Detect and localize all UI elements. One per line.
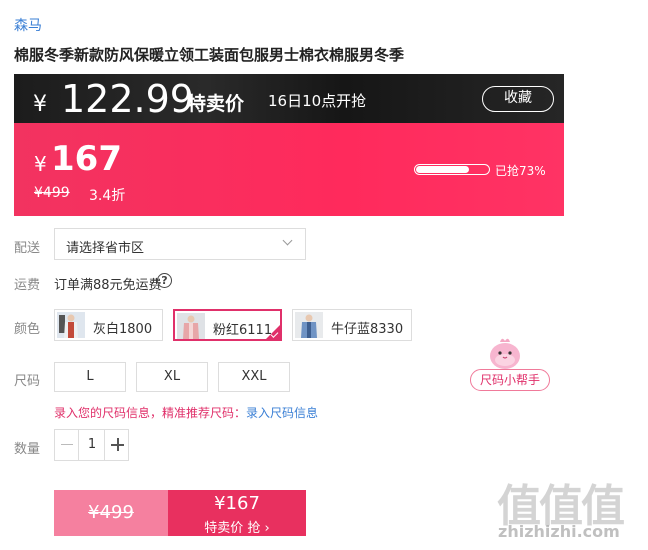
product-title: 棉服冬季新款防风保暖立领工装面包服男士棉衣棉服男冬季 [14, 46, 405, 64]
buy-now-button[interactable]: ¥167 特卖价 抢 › [168, 490, 306, 536]
brand-link[interactable]: 森马 [14, 15, 42, 35]
region-select[interactable]: 请选择省市区 [54, 228, 306, 260]
promo-currency: ¥ [33, 92, 47, 117]
product-thumbnail [177, 313, 205, 339]
sold-progress-fill [416, 166, 469, 173]
buy-price: ¥167 [214, 493, 260, 514]
enter-size-link[interactable]: 录入尺码信息 [246, 406, 318, 420]
color-option-gray-white[interactable]: 灰白1800 [54, 309, 163, 341]
size-helper-button[interactable]: 尺码小帮手 [470, 369, 550, 391]
promo-price: 122.99 [61, 77, 194, 121]
size-label: 尺码 [14, 374, 41, 389]
color-option-pink[interactable]: 粉红6111 [173, 309, 282, 341]
product-thumbnail [295, 312, 323, 338]
size-option-l[interactable]: L [54, 362, 126, 392]
shipping-info: 订单满88元免运费 [54, 278, 162, 293]
original-price-button[interactable]: ¥499 [54, 490, 168, 536]
chevron-down-icon [282, 235, 293, 246]
current-currency: ¥ [34, 152, 47, 176]
size-option-xl[interactable]: XL [136, 362, 208, 392]
quantity-value[interactable]: 1 [80, 430, 104, 460]
original-price: ¥499 [34, 185, 70, 201]
size-option-xxl[interactable]: XXL [218, 362, 290, 392]
help-icon[interactable]: ? [157, 273, 172, 288]
watermark-url: zhizhizhi.com [498, 522, 620, 541]
size-tip: 录入您的尺码信息，精准推荐尺码：录入尺码信息 [54, 404, 318, 421]
promo-start-time: 16日10点开抢 [268, 92, 367, 110]
size-tip-text: 录入您的尺码信息，精准推荐尺码： [54, 406, 247, 420]
plus-icon[interactable] [104, 430, 129, 460]
sold-progress-bar [414, 164, 490, 175]
minus-icon[interactable] [55, 430, 79, 460]
color-option-label: 牛仔蓝8330 [331, 322, 404, 337]
delivery-label: 配送 [14, 241, 41, 256]
buy-action-label: 特卖价 抢 › [204, 521, 270, 536]
favorite-button[interactable]: 收藏 [482, 86, 554, 112]
sold-percent-label: 已抢73% [495, 164, 546, 178]
color-option-denim-blue[interactable]: 牛仔蓝8330 [292, 309, 412, 341]
shipping-label: 运费 [14, 278, 41, 293]
quantity-label: 数量 [14, 442, 41, 457]
promo-tag: 特卖价 [187, 93, 245, 115]
region-select-value: 请选择省市区 [66, 241, 145, 256]
promo-banner-main: ¥ 167 ¥499 3.4折 已抢73% [14, 123, 564, 216]
color-label: 颜色 [14, 322, 41, 337]
quantity-stepper: 1 [54, 429, 129, 461]
product-thumbnail [57, 312, 85, 338]
mascot-icon [490, 338, 520, 369]
color-option-label: 灰白1800 [93, 322, 153, 337]
color-option-label: 粉红6111 [213, 323, 273, 338]
promo-banner-top: ¥ 122.99 特卖价 16日10点开抢 收藏 [14, 74, 564, 123]
discount-label: 3.4折 [89, 188, 126, 204]
current-price: 167 [51, 139, 122, 179]
